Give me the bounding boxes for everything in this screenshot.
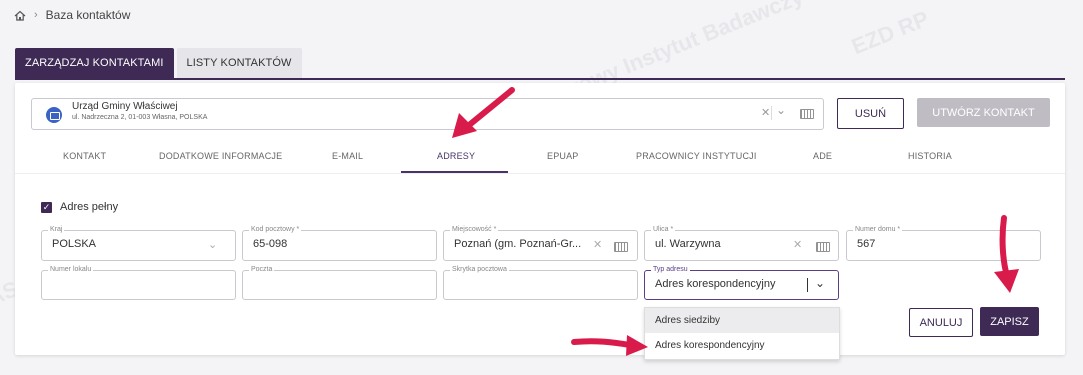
arrow-to-correspondence-option (571, 335, 648, 356)
arrow-to-addresses-tab (452, 87, 515, 138)
annotation-arrows (452, 87, 1019, 356)
arrow-to-save-button (994, 215, 1019, 293)
